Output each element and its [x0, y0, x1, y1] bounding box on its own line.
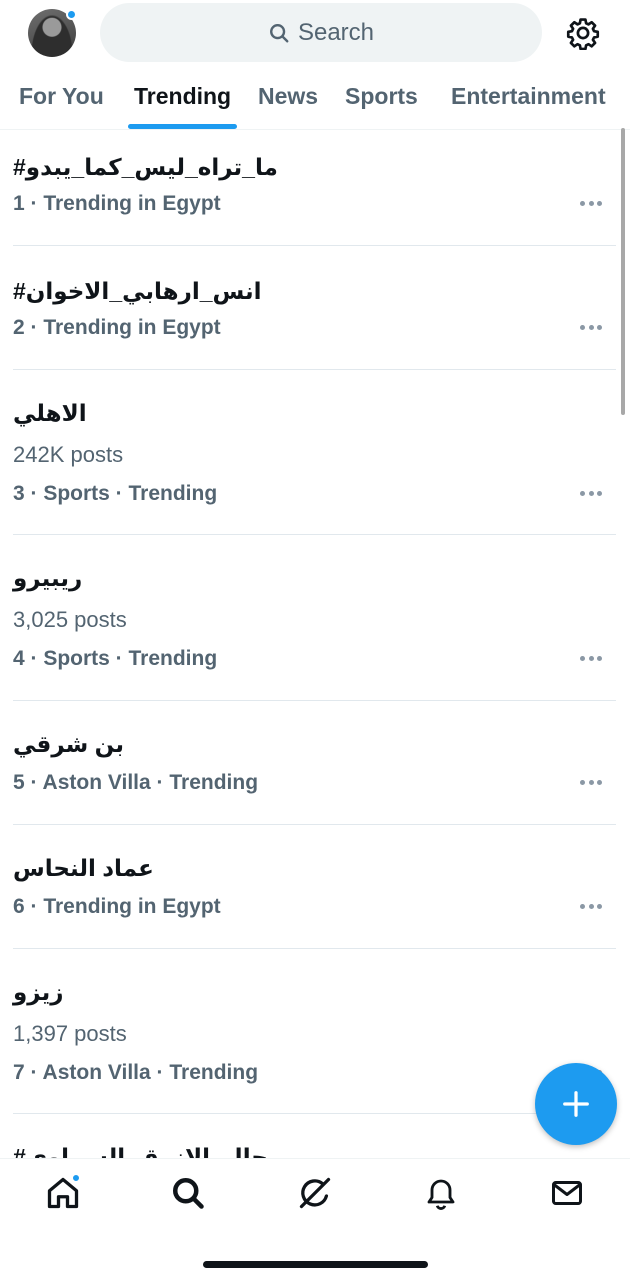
nav-explore[interactable]	[170, 1175, 206, 1211]
more-options-icon[interactable]	[580, 491, 602, 497]
more-options-icon[interactable]	[580, 201, 602, 207]
tab-for-you[interactable]: For You	[19, 83, 104, 110]
gear-icon[interactable]	[566, 16, 600, 50]
search-icon	[269, 23, 289, 42]
trend-item[interactable]: عماد النحاس 6 · Trending in Egypt	[13, 825, 616, 949]
tab-sports[interactable]: Sports	[345, 83, 418, 110]
trend-context: 1 · Trending in Egypt	[13, 192, 221, 215]
trend-item[interactable]: زيزو 1,397 posts 7 · Aston Villa · Trend…	[13, 949, 616, 1114]
trend-context: 7 · Aston Villa · Trending	[13, 1061, 259, 1084]
trend-context: 4 · Sports · Trending	[13, 647, 218, 670]
nav-grok[interactable]	[297, 1175, 333, 1211]
trend-context: 5 · Aston Villa · Trending	[13, 771, 259, 794]
more-options-icon[interactable]	[580, 904, 602, 910]
mail-icon	[552, 1181, 582, 1205]
compose-button[interactable]	[535, 1063, 617, 1145]
tab-entertainment[interactable]: Entertainment	[451, 83, 606, 110]
search-bar[interactable]: Search	[100, 3, 542, 62]
nav-notifications[interactable]	[423, 1175, 459, 1211]
trend-context: 3 · Sports · Trending	[13, 482, 218, 505]
search-icon	[173, 1178, 204, 1209]
trend-context: 2 · Trending in Egypt	[13, 316, 221, 339]
scrollbar[interactable]	[621, 128, 625, 415]
trend-title: ريبيرو	[13, 565, 83, 591]
home-notification-dot	[71, 1173, 81, 1183]
trend-title: #ما_تراه_ليس_كما_يبدو	[13, 154, 278, 180]
trend-title: #رحال_الازرق_السماوي	[13, 1144, 282, 1158]
more-options-icon[interactable]	[580, 325, 602, 331]
search-placeholder: Search	[297, 18, 375, 46]
explore-tabs: For You Trending News Sports Entertainme…	[0, 66, 630, 130]
trend-context: 6 · Trending in Egypt	[13, 895, 221, 918]
trend-post-count: 1,397 posts	[13, 1021, 127, 1046]
trend-item[interactable]: الاهلي 242K posts 3 · Sports · Trending	[13, 370, 616, 535]
more-options-icon[interactable]	[580, 780, 602, 786]
tab-trending[interactable]: Trending	[134, 83, 231, 110]
trend-title: الاهلي	[13, 400, 87, 426]
grok-icon	[299, 1177, 331, 1209]
trend-title: زيزو	[13, 979, 64, 1005]
trend-title: #انس_ارهابي_الاخوان	[13, 278, 262, 304]
home-indicator-bar[interactable]	[203, 1261, 428, 1268]
trend-item[interactable]: #رحال_الازرق_السماوي	[13, 1114, 616, 1158]
active-tab-indicator	[128, 124, 237, 129]
trend-item[interactable]: ريبيرو 3,025 posts 4 · Sports · Trending	[13, 535, 616, 701]
nav-messages[interactable]	[549, 1175, 585, 1211]
trend-title: عماد النحاس	[13, 855, 154, 881]
tab-news[interactable]: News	[258, 83, 318, 110]
trend-item[interactable]: بن شرقي 5 · Aston Villa · Trending	[13, 701, 616, 825]
bell-icon	[427, 1179, 455, 1210]
trend-post-count: 242K posts	[13, 442, 124, 467]
more-options-icon[interactable]	[580, 656, 602, 662]
top-bar: Search	[0, 0, 630, 66]
trend-title: بن شرقي	[13, 731, 124, 757]
trend-item[interactable]: #انس_ارهابي_الاخوان 2 · Trending in Egyp…	[13, 246, 616, 370]
trend-item[interactable]: #ما_تراه_ليس_كما_يبدو 1 · Trending in Eg…	[13, 130, 616, 246]
plus-icon	[563, 1091, 589, 1117]
trend-list: #ما_تراه_ليس_كما_يبدو 1 · Trending in Eg…	[0, 130, 630, 1158]
notification-dot	[66, 9, 77, 20]
trend-post-count: 3,025 posts	[13, 607, 127, 632]
